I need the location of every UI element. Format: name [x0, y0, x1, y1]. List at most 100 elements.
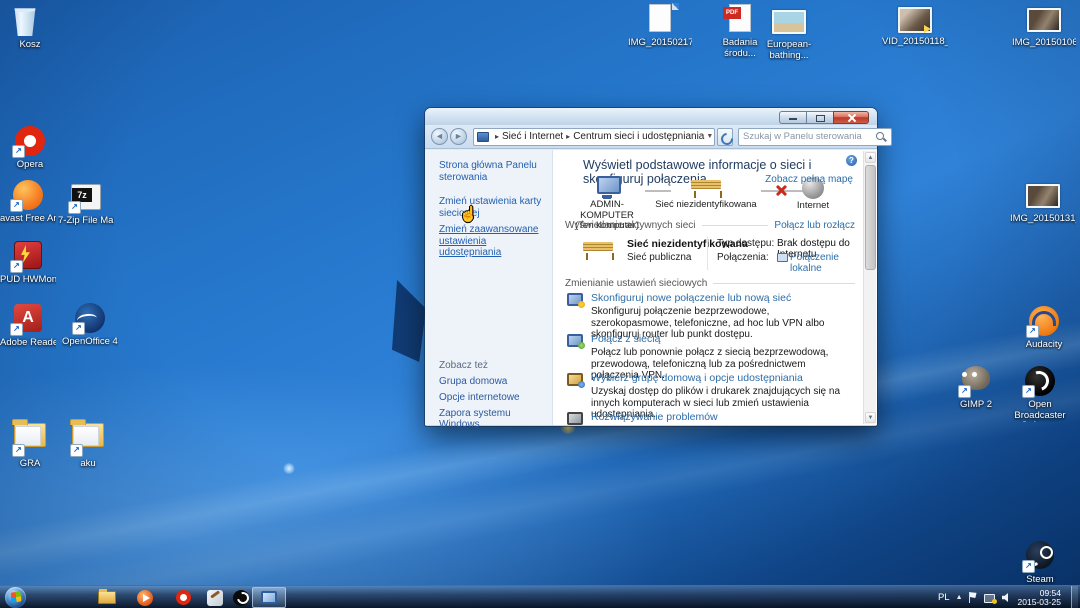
map-internet-label: Internet	[785, 201, 841, 212]
desktop-icon-openoffice[interactable]: OpenOffice 4.1.1	[62, 303, 118, 348]
desktop-icon-hwmonitor[interactable]: PUD HWMonitor	[0, 240, 56, 286]
desktop-icon-7zip[interactable]: 7-Zip File Manager	[58, 182, 114, 227]
maximize-icon	[816, 115, 825, 122]
window-titlebar[interactable]	[425, 108, 877, 125]
divider	[702, 225, 769, 226]
paintbrush-app-icon	[207, 590, 223, 606]
taskbar-item-explorer[interactable]	[92, 587, 122, 608]
sidebar-item-change-adapter-settings[interactable]: Zmień ustawienia karty sieciowej	[439, 196, 543, 219]
desktop-icon-img-20150217[interactable]: IMG_20150217_15...	[628, 4, 692, 49]
image-file-icon	[1027, 8, 1061, 32]
hwmonitor-icon	[14, 241, 42, 269]
connect-to-network-icon	[567, 334, 583, 347]
network-status-icon[interactable]	[984, 593, 996, 603]
video-file-icon	[898, 7, 932, 33]
maximize-button[interactable]	[806, 111, 833, 124]
new-connection-link[interactable]: Skonfiguruj nowe połączenie lub nową sie…	[591, 292, 851, 304]
scroll-down-icon[interactable]: ▼	[865, 412, 876, 423]
show-desktop-button[interactable]	[1071, 586, 1078, 608]
taskbar-item-network-center-active[interactable]	[252, 587, 286, 608]
change-settings-header-row: Zmienianie ustawień sieciowych	[565, 278, 855, 289]
taskbar-item-media-player[interactable]	[130, 587, 160, 608]
forward-button[interactable]: ►	[450, 128, 467, 145]
breadcrumb-item-network-internet[interactable]: Sieć i Internet	[502, 131, 563, 142]
active-network-kind: Sieć publiczna	[627, 252, 691, 263]
desktop-icon-recycle-bin[interactable]: Kosz	[2, 6, 58, 51]
refresh-button[interactable]	[717, 128, 733, 146]
taskbar: PL ▲ 09:54 2015-03-25	[0, 585, 1080, 608]
desktop-icon-obs[interactable]: Open Broadcaster Software	[1004, 366, 1076, 422]
desktop-icon-img-20150106[interactable]: IMG_20150106_11...	[1012, 6, 1076, 49]
desktop-icon-label: European-bathing...	[758, 40, 820, 61]
troubleshoot-icon	[567, 412, 583, 425]
desktop-icon-label: PUD HWMonitor	[0, 275, 56, 286]
taskbar-item-opera[interactable]	[168, 587, 198, 608]
desktop-icon-label: Adobe Reader XI	[0, 338, 56, 349]
sidebar-item-windows-firewall[interactable]: Zapora systemu Windows	[439, 408, 543, 430]
close-icon	[848, 114, 856, 122]
network-bench-icon	[583, 240, 613, 260]
desktop-icon-steam[interactable]: Steam	[1014, 540, 1066, 586]
connect-to-network-link[interactable]: Połącz z siecią	[591, 333, 851, 345]
troubleshoot-link[interactable]: Rozwiązywanie problemów	[591, 411, 851, 423]
connect-disconnect-link[interactable]: Połącz lub rozłącz	[774, 220, 855, 231]
see-also-header: Zobacz też	[439, 360, 488, 371]
desktop-icon-vid-20150118[interactable]: VID_20150118_123...	[882, 6, 948, 48]
local-connection-link[interactable]: Połączenie lokalne	[777, 252, 853, 274]
homegroup-icon	[567, 373, 583, 386]
desktop-icon-avast[interactable]: avast Free Antivirus	[0, 180, 56, 225]
desktop-icon-label: GIMP 2	[950, 400, 1002, 411]
opera-icon	[15, 126, 45, 156]
network-window-icon	[261, 591, 277, 604]
desktop-icon-opera[interactable]: Opera	[2, 126, 58, 171]
wallpaper-sail-shape	[392, 280, 426, 362]
map-computer-name: ADMIN-KOMPUTER	[580, 199, 634, 221]
divider	[707, 236, 708, 270]
clock[interactable]: 09:54 2015-03-25	[1018, 589, 1065, 607]
wallpaper-glint	[283, 463, 295, 474]
search-input[interactable]	[743, 131, 875, 142]
desktop-icon-european-bathing[interactable]: European-bathing...	[758, 8, 820, 61]
see-full-map-link[interactable]: Zobacz pełną mapę	[765, 174, 853, 185]
action-center-flag-icon[interactable]	[969, 592, 978, 603]
minimize-button[interactable]	[779, 111, 806, 124]
sidebar-item-control-panel-home[interactable]: Strona główna Panelu sterowania	[439, 160, 543, 183]
volume-icon[interactable]	[1002, 593, 1012, 603]
desktop-icon-folder-aku[interactable]: aku	[60, 418, 116, 470]
address-bar[interactable]: Sieć i Internet Centrum sieci i udostępn…	[473, 128, 715, 146]
desktop-icon-label: IMG_20150106_11...	[1012, 38, 1076, 49]
desktop-icon-label: IMG_20150131_11...	[1010, 214, 1076, 225]
desktop-icon-gimp[interactable]: GIMP 2	[950, 362, 1002, 411]
obs-icon	[233, 590, 249, 606]
language-indicator[interactable]: PL	[938, 592, 950, 603]
divider	[713, 283, 855, 284]
start-button[interactable]	[5, 587, 26, 608]
desktop-icon-audacity[interactable]: Audacity	[1016, 306, 1072, 351]
close-button[interactable]	[833, 111, 869, 124]
breadcrumb-separator-icon	[492, 131, 502, 142]
document-icon	[649, 4, 671, 32]
desktop-icon-adobe-reader[interactable]: A Adobe Reader XI	[0, 303, 56, 349]
new-connection-icon	[567, 293, 583, 306]
address-dropdown-icon[interactable]: ▼	[704, 133, 715, 140]
sidebar-item-change-advanced-sharing[interactable]: Zmień zaawansowane ustawienia udostępnia…	[439, 224, 543, 259]
vertical-scrollbar[interactable]: ▲ ▼	[863, 151, 876, 424]
help-icon[interactable]: ?	[846, 155, 857, 166]
desktop-icon-img-20150131[interactable]: IMG_20150131_11...	[1010, 182, 1076, 225]
sidebar-item-internet-options[interactable]: Opcje internetowe	[439, 392, 543, 403]
desktop-icon-label: 7-Zip File Manager	[58, 216, 114, 227]
desktop-icon-folder-gra[interactable]: GRA	[2, 418, 58, 470]
pdf-file-icon	[729, 4, 751, 32]
homegroup-options-link[interactable]: Wybierz grupę domową i opcje udostępnian…	[591, 372, 851, 384]
scrollbar-thumb[interactable]	[865, 165, 876, 270]
sidebar-item-homegroup[interactable]: Grupa domowa	[439, 376, 543, 387]
show-hidden-icons-chevron[interactable]: ▲	[956, 594, 963, 601]
obs-icon	[1025, 366, 1055, 396]
scroll-up-icon[interactable]: ▲	[865, 152, 876, 163]
map-network-node[interactable]: Sieć niezidentyfikowana	[651, 178, 761, 211]
breadcrumb-item-network-sharing-center[interactable]: Centrum sieci i udostępniania	[573, 131, 704, 142]
media-player-icon	[137, 590, 153, 606]
minimize-icon	[789, 118, 797, 120]
search-box[interactable]	[738, 128, 892, 146]
back-button[interactable]: ◄	[431, 128, 448, 145]
